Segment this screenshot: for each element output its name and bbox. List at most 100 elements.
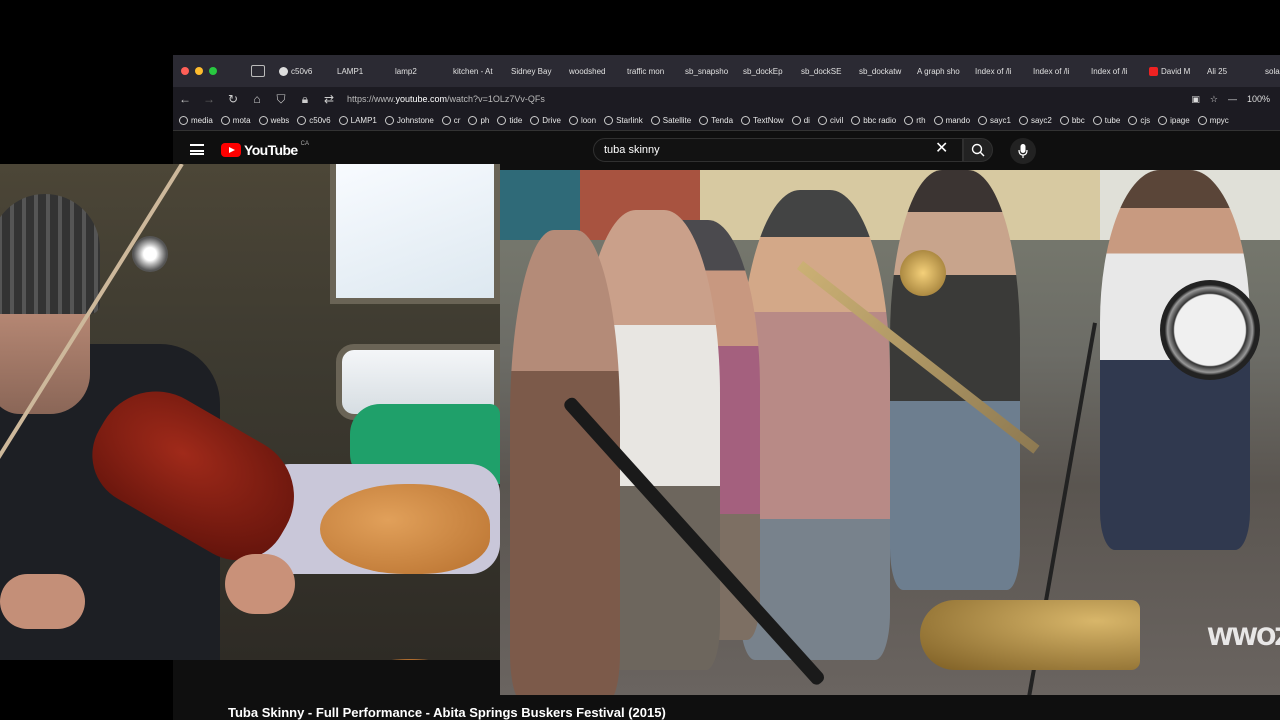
browser-tab[interactable]: woodshed <box>567 67 625 76</box>
browser-tab[interactable]: sb_snapsho <box>683 67 741 76</box>
browser-tab[interactable]: A graph sho <box>915 67 973 76</box>
youtube-favicon-icon <box>1149 66 1158 76</box>
shield-icon[interactable]: ⛉ <box>269 92 293 107</box>
tab-label: sb_dockatw <box>859 66 902 76</box>
url-domain: youtube.com <box>395 94 448 104</box>
browser-tab[interactable]: LAMP1 <box>335 67 393 76</box>
bookmark-label: ph <box>480 116 490 125</box>
bookmark-item[interactable]: c50v6 <box>297 116 331 125</box>
hamburger-menu-icon[interactable] <box>190 144 204 155</box>
bookmark-label: Starlink <box>616 116 643 125</box>
video-overlay-violinist[interactable] <box>0 164 500 660</box>
bookmark-favicon-icon <box>650 116 660 125</box>
voice-search-button[interactable] <box>1010 138 1036 164</box>
tab-label: LAMP1 <box>337 66 364 76</box>
address-bar[interactable]: https://www.youtube.com/watch?v=1OLz7Vv-… <box>347 94 1191 104</box>
bookmark-item[interactable]: bbc radio <box>851 116 896 125</box>
tab-label: A graph sho <box>917 66 960 76</box>
bookmark-item[interactable]: LAMP1 <box>338 116 377 125</box>
browser-tab[interactable]: kitchen - At <box>451 67 509 76</box>
bookmark-label: tide <box>509 116 523 125</box>
wwoz-watermark: WWOZ <box>1207 623 1280 651</box>
reload-icon[interactable]: ↻ <box>221 92 245 106</box>
bookmark-item[interactable]: di <box>791 116 810 125</box>
bookmark-item[interactable]: bbc <box>1059 116 1085 125</box>
bookmark-label: sayc2 <box>1030 116 1052 125</box>
clarinet-player <box>510 230 620 695</box>
globe-favicon-icon <box>279 66 288 76</box>
bookmark-item[interactable]: cr <box>441 116 460 125</box>
bookmark-label: sayc1 <box>990 116 1011 125</box>
bookmark-item[interactable]: tube <box>1092 116 1120 125</box>
browser-tab[interactable]: solar <box>1263 67 1280 76</box>
bookmark-label: c50v6 <box>309 116 331 125</box>
bookmark-item[interactable]: cjs <box>1128 116 1150 125</box>
bookmark-favicon-icon <box>497 116 507 125</box>
browser-tab[interactable]: sb_dockatw <box>857 67 915 76</box>
clear-search-icon[interactable]: ✕ <box>935 141 948 157</box>
browser-tab[interactable]: Index of /li <box>973 67 1031 76</box>
bookmark-item[interactable]: mota <box>220 116 251 125</box>
minimize-window-button[interactable] <box>195 67 203 75</box>
bookmark-label: Tenda <box>711 116 734 125</box>
bookmark-item[interactable]: ph <box>468 116 489 125</box>
bookmark-favicon-icon <box>568 116 578 125</box>
browser-tab[interactable]: sb_dockSE <box>799 67 857 76</box>
search-input[interactable]: tuba skinny <box>593 138 963 162</box>
bookmark-item[interactable]: mpyc <box>1197 116 1229 125</box>
youtube-play-icon <box>221 143 241 157</box>
browser-tab[interactable]: David M <box>1147 66 1205 76</box>
bookmark-item[interactable]: Starlink <box>604 116 643 125</box>
bookmark-item[interactable]: Satellite <box>650 116 691 125</box>
zoom-out-icon[interactable]: — <box>1228 94 1237 104</box>
microphone-icon <box>1018 144 1028 158</box>
bookmark-item[interactable]: Johnstone <box>384 116 434 125</box>
bookmark-item[interactable]: loon <box>568 116 596 125</box>
youtube-header: YouTube CA tuba skinny ✕ <box>173 132 1280 168</box>
video-player[interactable] <box>500 170 1280 695</box>
close-window-button[interactable] <box>181 67 189 75</box>
home-icon[interactable]: ⌂ <box>245 92 269 106</box>
search-button[interactable] <box>963 138 993 162</box>
browser-tab[interactable]: sb_dockEp <box>741 67 799 76</box>
maximize-window-button[interactable] <box>209 67 217 75</box>
bookmark-item[interactable]: rth <box>904 116 926 125</box>
browser-tab[interactable]: Index of /li <box>1089 67 1147 76</box>
permissions-icon[interactable]: ⇄ <box>317 92 341 106</box>
bookmark-item[interactable]: tide <box>497 116 522 125</box>
picture-in-picture-icon[interactable]: ▣ <box>1191 94 1200 105</box>
bookmark-item[interactable]: TextNow <box>741 116 784 125</box>
browser-tab[interactable]: Index of /li <box>1031 67 1089 76</box>
bookmark-item[interactable]: civil <box>817 116 843 125</box>
forward-icon[interactable]: → <box>197 92 221 106</box>
browser-tab[interactable]: lamp2 <box>393 67 451 76</box>
bookmark-item[interactable]: ipage <box>1158 116 1190 125</box>
bookmark-item[interactable]: Drive <box>530 116 561 125</box>
bookmark-item[interactable]: media <box>179 116 213 125</box>
bookmark-favicon-icon <box>530 116 540 125</box>
youtube-logo[interactable]: YouTube CA <box>221 141 309 158</box>
bookmark-favicon-icon <box>297 116 307 125</box>
tab-label: sb_dockSE <box>801 66 842 76</box>
bookmark-item[interactable]: Tenda <box>699 116 733 125</box>
tab-label: Sidney Bay <box>511 66 552 76</box>
bookmark-favicon-icon <box>384 116 394 125</box>
bookmark-favicon-icon <box>904 116 914 125</box>
tab-label: Index of /li <box>1033 66 1070 76</box>
browser-tab[interactable]: Sidney Bay <box>509 67 567 76</box>
bookmark-item[interactable]: sayc2 <box>1018 116 1052 125</box>
bookmark-item[interactable]: mando <box>933 116 970 125</box>
trombone-player <box>740 190 890 660</box>
bookmark-item[interactable]: sayc1 <box>978 116 1011 125</box>
bookmark-star-icon[interactable]: ☆ <box>1210 94 1218 105</box>
browser-tab[interactable]: traffic mon <box>625 67 683 76</box>
browser-tab[interactable]: c50v6 <box>277 66 335 76</box>
back-icon[interactable]: ← <box>173 92 197 106</box>
tab-overview-icon[interactable] <box>251 65 265 77</box>
navigation-bar: ← → ↻ ⌂ ⛉ 🔒︎ ⇄ https://www.youtube.com/w… <box>173 87 1280 111</box>
url-path: /watch?v=1OLz7Vv-QFs <box>447 94 545 104</box>
browser-tab[interactable]: Ali 25 <box>1205 67 1263 76</box>
bookmark-item[interactable]: webs <box>258 116 289 125</box>
zoom-level[interactable]: 100% <box>1247 94 1270 104</box>
bookmark-label: LAMP1 <box>350 116 377 125</box>
